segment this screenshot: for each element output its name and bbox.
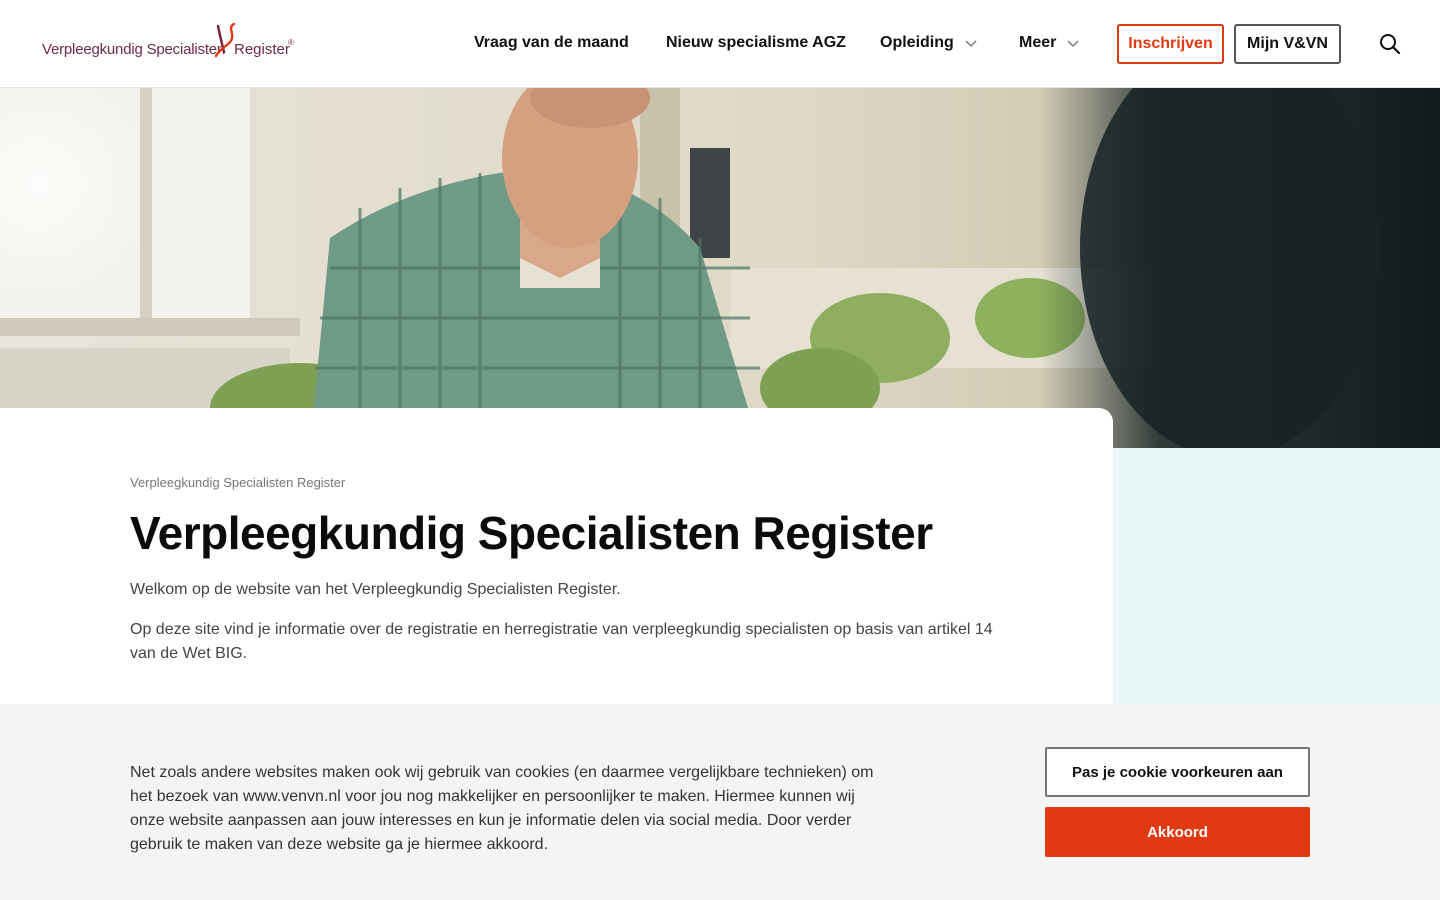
site-header: Verpleegkundig Specialisten Register ® V…	[0, 0, 1440, 88]
cookie-preferences-button[interactable]: Pas je cookie voorkeuren aan	[1045, 747, 1310, 797]
hero-image	[0, 88, 1440, 448]
cookie-accept-button[interactable]: Akkoord	[1045, 807, 1310, 857]
search-icon[interactable]	[1378, 32, 1402, 56]
cookie-text: Net zoals andere websites maken ook wij …	[130, 764, 874, 853]
hero-photo	[0, 88, 1440, 448]
inschrijven-button[interactable]: Inschrijven	[1117, 24, 1224, 64]
nav-label: Vraag van de maand	[474, 34, 629, 51]
info-paragraph: Op deze site vind je informatie over de …	[130, 621, 993, 662]
cookie-banner: Net zoals andere websites maken ook wij …	[0, 704, 1440, 900]
nav-label: Opleiding	[880, 34, 954, 51]
intro-paragraph: Welkom op de website van het Verpleegkun…	[130, 581, 621, 598]
nav-opleiding[interactable]: Opleiding	[880, 34, 978, 52]
nav-label: Meer	[1019, 34, 1057, 51]
site-logo[interactable]: Verpleegkundig Specialisten Register ®	[42, 22, 297, 66]
nav-meer[interactable]: Meer	[1019, 34, 1080, 52]
nav-label: Nieuw specialisme AGZ	[666, 34, 846, 51]
nav-nieuw-specialisme-agz[interactable]: Nieuw specialisme AGZ	[666, 34, 846, 52]
nav-vraag-van-de-maand[interactable]: Vraag van de maand	[474, 34, 629, 52]
logo-text: Verpleegkundig Specialisten	[42, 41, 226, 58]
teal-side-panel	[1113, 448, 1440, 708]
chevron-down-icon	[1067, 40, 1079, 48]
page-title: Verpleegkundig Specialisten Register	[130, 507, 933, 559]
breadcrumb[interactable]: Verpleegkundig Specialisten Register	[130, 475, 345, 490]
mijn-venvn-button[interactable]: Mijn V&VN	[1234, 24, 1341, 64]
chevron-down-icon	[965, 40, 977, 48]
logo-registered-mark: ®	[288, 38, 294, 47]
logo-text-register: Register	[234, 41, 290, 58]
